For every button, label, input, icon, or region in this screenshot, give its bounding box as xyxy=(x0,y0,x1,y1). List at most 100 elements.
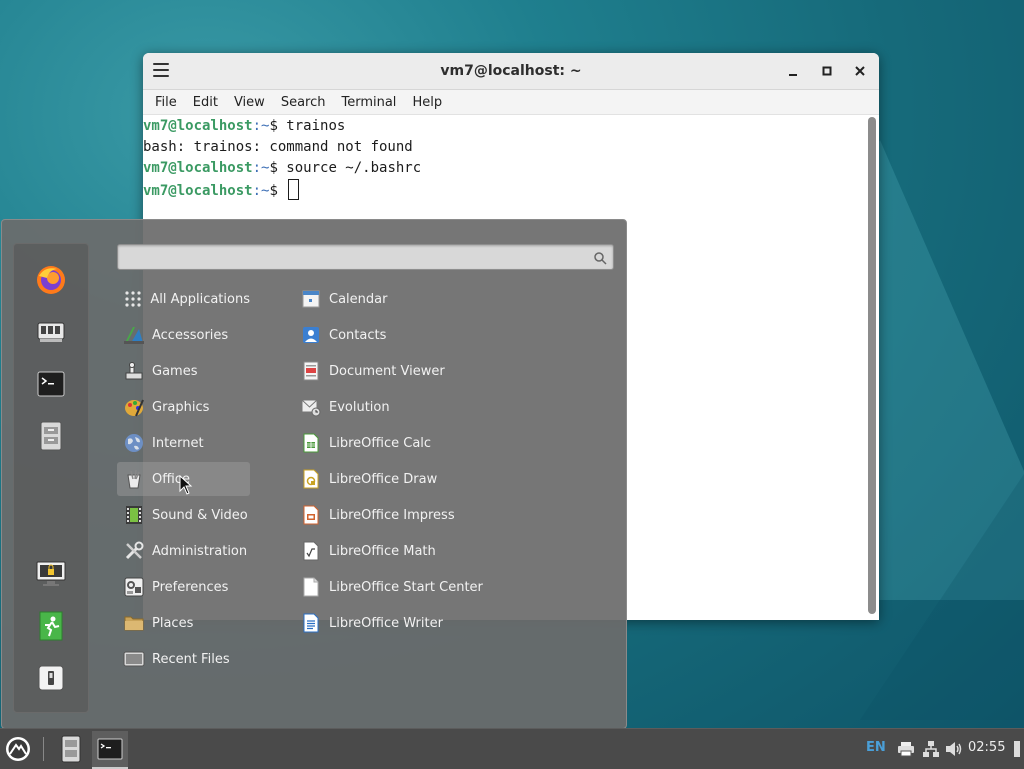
menu-terminal[interactable]: Terminal xyxy=(337,95,400,110)
libreoffice-draw-icon xyxy=(300,468,322,490)
category-label: Sound & Video xyxy=(152,507,248,523)
maximize-button[interactable] xyxy=(817,61,837,81)
libreoffice-math-icon xyxy=(300,540,322,562)
taskbar-terminal-button[interactable] xyxy=(92,731,128,769)
files-icon[interactable] xyxy=(33,418,69,454)
category-places[interactable]: Places xyxy=(117,606,250,640)
terminal-line: vm7@localhost:~$ trainos xyxy=(143,116,865,137)
category-label: Internet xyxy=(152,435,204,451)
menu-edit[interactable]: Edit xyxy=(189,95,222,110)
app-evolution[interactable]: Evolution xyxy=(294,390,390,424)
minimize-button[interactable] xyxy=(783,61,803,81)
category-preferences[interactable]: Preferences xyxy=(117,570,250,604)
app-document-viewer[interactable]: Document Viewer xyxy=(294,354,445,388)
files-icon xyxy=(61,735,81,763)
search-input[interactable] xyxy=(118,245,590,268)
application-menu: All Applications Accessories Games Graph… xyxy=(1,219,627,729)
app-label: LibreOffice Math xyxy=(329,543,436,559)
menu-help[interactable]: Help xyxy=(408,95,446,110)
app-label: LibreOffice Calc xyxy=(329,435,432,451)
prompt-path: :~ xyxy=(252,118,270,134)
libreoffice-start-icon xyxy=(300,576,322,598)
app-libreoffice-writer[interactable]: LibreOffice Writer xyxy=(294,606,443,640)
command-text: $ trainos xyxy=(269,118,346,134)
terminal-titlebar[interactable]: vm7@localhost: ~ xyxy=(143,53,879,90)
category-label: Preferences xyxy=(152,579,229,595)
app-libreoffice-draw[interactable]: LibreOffice Draw xyxy=(294,462,437,496)
category-label: Administration xyxy=(152,543,248,559)
category-internet[interactable]: Internet xyxy=(117,426,250,460)
app-libreoffice-math[interactable]: LibreOffice Math xyxy=(294,534,436,568)
prompt-user: vm7@localhost xyxy=(143,183,253,199)
prompt-user: vm7@localhost xyxy=(143,118,253,134)
search-box[interactable] xyxy=(117,244,614,270)
menu-search[interactable]: Search xyxy=(277,95,330,110)
category-accessories[interactable]: Accessories xyxy=(117,318,250,352)
category-all-applications[interactable]: All Applications xyxy=(117,282,250,316)
folder-icon xyxy=(123,612,145,634)
printer-icon[interactable] xyxy=(896,731,916,767)
output-text: bash: trainos: command not found xyxy=(143,139,413,155)
category-label: Games xyxy=(152,363,198,379)
app-libreoffice-start-center[interactable]: LibreOffice Start Center xyxy=(294,570,483,604)
category-recent-files[interactable]: Recent Files xyxy=(117,642,250,676)
command-text: $ xyxy=(269,183,287,199)
mouse-pointer-icon xyxy=(179,474,193,499)
category-label: Accessories xyxy=(152,327,229,343)
favorites-bar xyxy=(13,243,89,713)
category-administration[interactable]: Administration xyxy=(117,534,250,568)
command-text: $ source ~/.bashrc xyxy=(269,160,422,176)
terminal-line: vm7@localhost:~$ source ~/.bashrc xyxy=(143,158,865,179)
menu-view[interactable]: View xyxy=(230,95,269,110)
lock-screen-icon[interactable] xyxy=(33,556,69,592)
app-label: Contacts xyxy=(329,327,387,343)
keyboard-layout-indicator[interactable]: EN xyxy=(866,740,886,755)
text-cursor xyxy=(288,179,300,200)
accessories-icon xyxy=(123,324,145,346)
terminal-scrollbar[interactable] xyxy=(868,117,876,614)
terminal-menubar: File Edit View Search Terminal Help xyxy=(143,90,879,115)
category-label: All Applications xyxy=(150,291,250,307)
graphics-icon xyxy=(123,396,145,418)
app-libreoffice-impress[interactable]: LibreOffice Impress xyxy=(294,498,455,532)
firefox-icon[interactable] xyxy=(33,262,69,298)
minimize-icon xyxy=(789,74,797,76)
close-button[interactable] xyxy=(850,61,870,81)
launcher-icon xyxy=(6,737,30,761)
clock[interactable]: 02:55 xyxy=(968,740,1005,755)
calendar-icon xyxy=(300,288,322,310)
category-label: Places xyxy=(152,615,194,631)
menu-file[interactable]: File xyxy=(151,95,181,110)
app-label: Document Viewer xyxy=(329,363,445,379)
app-contacts[interactable]: Contacts xyxy=(294,318,386,352)
software-manager-icon[interactable] xyxy=(33,314,69,350)
app-label: LibreOffice Writer xyxy=(329,615,443,631)
terminal-line: vm7@localhost:~$ xyxy=(143,179,865,200)
volume-icon[interactable] xyxy=(944,731,964,767)
preferences-icon xyxy=(123,576,145,598)
app-calendar[interactable]: Calendar xyxy=(294,282,387,316)
logout-icon[interactable] xyxy=(33,608,69,644)
globe-icon xyxy=(123,432,145,454)
network-icon[interactable] xyxy=(921,731,941,767)
category-label: Graphics xyxy=(152,399,210,415)
app-label: LibreOffice Draw xyxy=(329,471,438,487)
app-libreoffice-calc[interactable]: LibreOffice Calc xyxy=(294,426,431,460)
tools-icon xyxy=(123,540,145,562)
notifications-icon[interactable] xyxy=(1010,731,1024,767)
terminal-icon[interactable] xyxy=(33,366,69,402)
menu-launcher-button[interactable] xyxy=(2,731,34,767)
games-icon xyxy=(123,360,145,382)
terminal-line: bash: trainos: command not found xyxy=(143,137,865,158)
taskbar-files-button[interactable] xyxy=(56,731,86,767)
category-graphics[interactable]: Graphics xyxy=(117,390,250,424)
libreoffice-calc-icon xyxy=(300,432,322,454)
shutdown-icon[interactable] xyxy=(33,660,69,696)
evolution-icon xyxy=(300,396,322,418)
maximize-icon xyxy=(822,66,832,76)
office-icon xyxy=(123,468,145,490)
category-games[interactable]: Games xyxy=(117,354,250,388)
close-icon xyxy=(855,66,865,76)
category-sound-video[interactable]: Sound & Video xyxy=(117,498,250,532)
film-icon xyxy=(123,504,145,526)
